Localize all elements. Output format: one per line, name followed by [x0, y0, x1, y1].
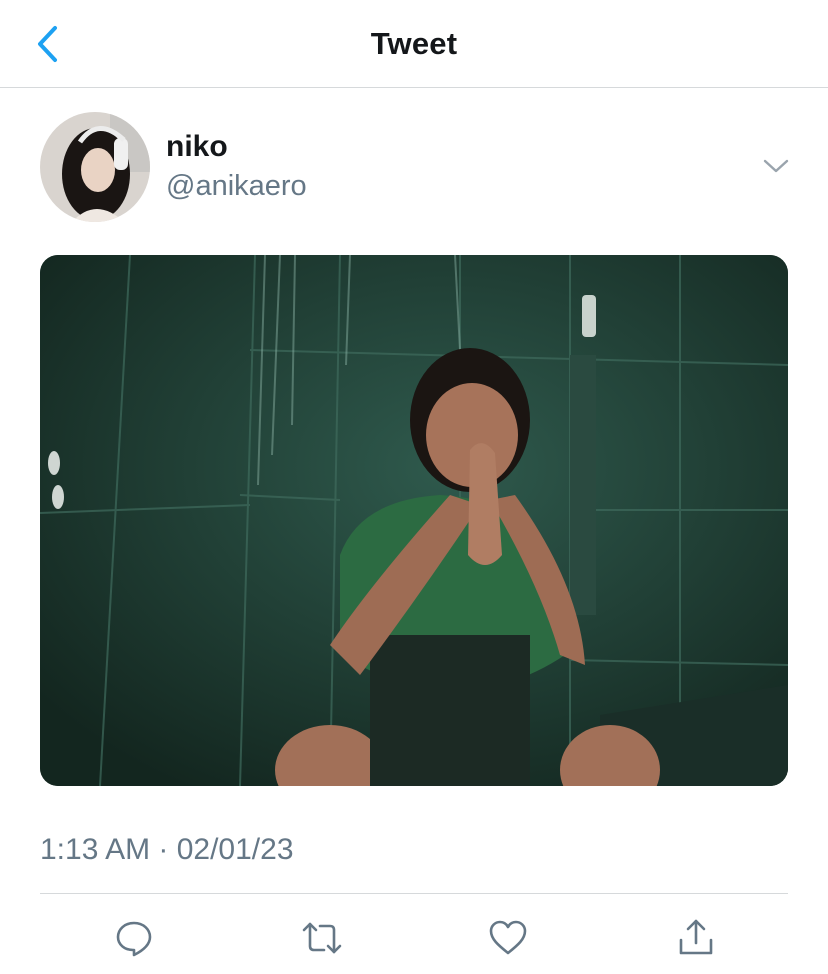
- avatar-image: [40, 112, 150, 222]
- tweet-detail-screen: Tweet niko @anikaero 1:13 AM · 02/01/23: [0, 0, 828, 974]
- share-icon: [679, 919, 713, 955]
- tweet-media-image[interactable]: [40, 255, 788, 786]
- avatar[interactable]: [40, 112, 150, 222]
- share-button[interactable]: [672, 914, 720, 962]
- like-button[interactable]: [484, 914, 532, 962]
- tweet-timestamp: 1:13 AM · 02/01/23: [40, 833, 294, 866]
- author-handle[interactable]: @anikaero: [166, 170, 307, 203]
- top-nav-bar: Tweet: [0, 0, 828, 88]
- like-icon: [489, 920, 527, 955]
- reply-button[interactable]: [110, 914, 158, 962]
- author-display-name[interactable]: niko: [166, 130, 228, 164]
- reply-icon: [116, 921, 152, 957]
- retweet-button[interactable]: [298, 914, 346, 962]
- tweet-options-button[interactable]: [756, 150, 796, 182]
- media-photo: [40, 255, 788, 786]
- chevron-down-icon: [763, 159, 789, 173]
- divider: [40, 893, 788, 894]
- page-title: Tweet: [370, 26, 458, 61]
- retweet-icon: [302, 922, 342, 954]
